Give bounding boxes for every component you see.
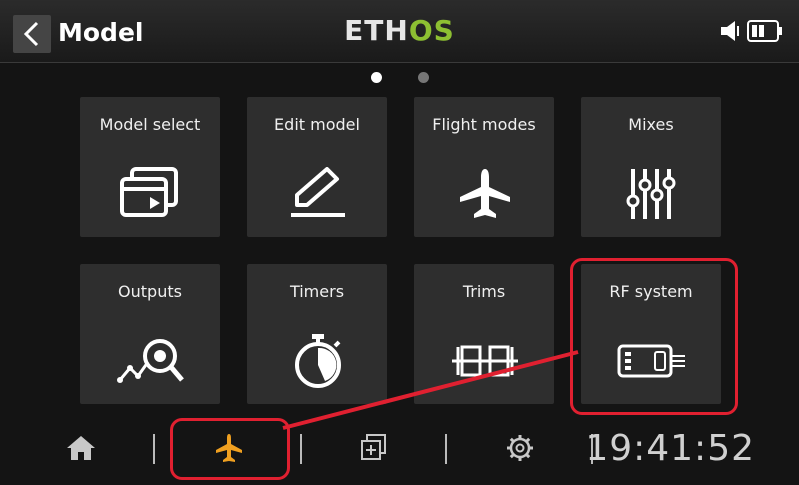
- stopwatch-icon: [295, 334, 341, 388]
- home-icon[interactable]: [65, 432, 97, 464]
- nav-separator: [300, 434, 302, 464]
- annotation-highlight-rf-system: [570, 258, 738, 415]
- screen: Model ETHOS Model select Edit model Flig…: [0, 0, 799, 485]
- ethos-logo: ETHOS: [344, 14, 455, 47]
- status-area: [719, 19, 783, 43]
- outputs-icon: [117, 339, 184, 383]
- pencil-icon: [291, 167, 345, 217]
- page-dot-2[interactable]: [417, 72, 429, 83]
- tile-outputs[interactable]: Outputs: [80, 264, 220, 404]
- tile-timers[interactable]: Timers: [247, 264, 387, 404]
- page-dot-1[interactable]: [370, 72, 382, 83]
- header-bar: Model ETHOS: [0, 0, 799, 63]
- tile-model-select[interactable]: Model select: [80, 97, 220, 237]
- sliders-icon: [626, 169, 676, 219]
- tile-trims[interactable]: Trims: [414, 264, 554, 404]
- nav-separator: [445, 434, 447, 464]
- clock: 19:41:52: [585, 428, 755, 469]
- model-select-icon: [120, 167, 178, 217]
- annotation-highlight-model-tab: [170, 418, 290, 480]
- tile-mixes[interactable]: Mixes: [581, 97, 721, 237]
- page-indicator: [0, 72, 799, 83]
- speaker-icon[interactable]: [719, 19, 741, 43]
- tile-edit-model[interactable]: Edit model: [247, 97, 387, 237]
- gear-icon[interactable]: [504, 432, 536, 464]
- trims-icon: [452, 345, 518, 377]
- battery-icon: [747, 20, 782, 42]
- screens-icon[interactable]: [358, 432, 390, 464]
- airplane-icon: [460, 169, 510, 218]
- tile-flight-modes[interactable]: Flight modes: [414, 97, 554, 237]
- nav-separator: [153, 434, 155, 464]
